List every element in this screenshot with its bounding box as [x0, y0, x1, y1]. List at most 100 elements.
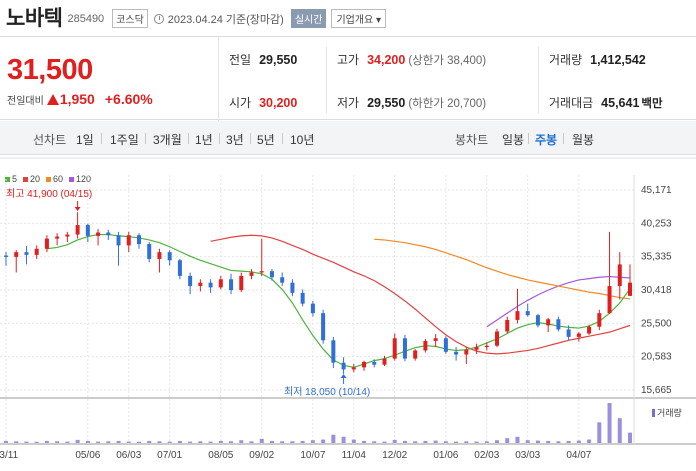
prev-close-label: 전일	[229, 53, 252, 67]
candle-body	[413, 350, 418, 359]
period-1w[interactable]: 1주일	[110, 131, 139, 148]
volume-bar	[136, 441, 141, 443]
price-chart[interactable]: 03/11 05/06 06/03 07/01 08/05 09/02 10/07 11/04…	[0, 155, 696, 471]
candle-body	[177, 260, 182, 276]
low-value: 29,550	[367, 95, 406, 110]
candle-daily[interactable]: 일봉	[502, 131, 524, 148]
volume-bar	[525, 440, 530, 443]
volume-bar	[218, 440, 223, 443]
volume-bar	[331, 434, 336, 443]
candle-body	[229, 279, 234, 291]
high-arrow-head	[74, 207, 81, 211]
candle-body	[269, 271, 274, 278]
candle-body	[362, 361, 367, 368]
candle-body	[556, 319, 561, 330]
volume-bar	[484, 441, 489, 443]
candle-monthly[interactable]: 월봉	[572, 131, 594, 148]
candle-body	[310, 303, 315, 314]
candle-body	[280, 277, 285, 283]
x-tick-label: 06/03	[116, 450, 141, 461]
volume-bar	[505, 438, 510, 443]
volume-bar	[177, 440, 182, 443]
candle-body	[44, 238, 49, 249]
open-label: 시가	[229, 96, 252, 110]
date-text: 2023.04.24 기준(장마감)	[167, 13, 284, 26]
period-1d[interactable]: 1일	[76, 131, 94, 148]
candle-body	[535, 315, 540, 326]
divider	[563, 133, 564, 144]
open-price: 시가 30,200	[229, 94, 297, 111]
candle-body	[505, 319, 510, 332]
amount-label: 거래대금	[549, 96, 594, 110]
volume-bar	[546, 440, 551, 443]
volume-bar	[65, 441, 70, 443]
x-tick-label: 08/05	[208, 450, 233, 461]
candle-body	[218, 279, 223, 288]
candle-body	[454, 351, 459, 355]
volume-bar	[351, 439, 356, 443]
period-10y[interactable]: 10년	[290, 131, 314, 148]
candle-body	[392, 338, 397, 359]
volume-bar	[392, 439, 397, 443]
volume-bar	[382, 441, 387, 443]
divider	[219, 133, 220, 144]
realtime-button[interactable]: 실시간	[290, 9, 327, 28]
candle-body	[75, 225, 80, 235]
high-annotation: 최고 41,900 (04/15)	[6, 188, 92, 200]
prev-close-value: 29,550	[259, 52, 298, 67]
volume-bar	[362, 440, 367, 443]
volume-bar	[617, 418, 622, 443]
high-value: 34,200	[367, 52, 406, 67]
y-tick-label: 30,418	[641, 285, 672, 296]
candle-body	[607, 286, 612, 314]
volume-bar	[372, 441, 377, 443]
volume-bar	[269, 440, 274, 443]
volume-bar	[433, 440, 438, 443]
company-overview-button[interactable]: 기업개요 ▾	[331, 9, 387, 28]
candle-body	[198, 282, 203, 287]
volume-bar	[423, 440, 428, 443]
low-arrow-head	[340, 374, 347, 378]
candle-body	[96, 232, 101, 236]
x-tick-label: 07/01	[157, 450, 182, 461]
candle-body	[628, 282, 632, 296]
chart-toolbar: 선차트 1일 1주일 3개월 1년 3년 5년 10년 봉차트 일봉 주봉 월봉	[0, 121, 696, 155]
divider	[326, 47, 327, 113]
candle-body	[167, 252, 172, 261]
candle-body	[546, 319, 551, 326]
candle-body	[382, 358, 387, 365]
period-3y[interactable]: 3년	[226, 131, 244, 148]
market-tag: 코스닥	[112, 9, 148, 28]
y-tick-label: 35,335	[641, 252, 672, 263]
x-tick-label: 05/06	[75, 450, 100, 461]
divider	[528, 133, 529, 144]
volume-bar	[310, 440, 315, 443]
volume-bar	[474, 441, 479, 443]
period-5y[interactable]: 5년	[257, 131, 275, 148]
volume-bar	[198, 441, 203, 443]
volume-value: 1,412,542	[590, 52, 646, 67]
stock-code: 285490	[67, 13, 105, 25]
volume-label: 거래량	[549, 53, 583, 67]
low-label: 저가	[337, 96, 360, 110]
period-1y[interactable]: 1년	[195, 131, 213, 148]
low-price: 저가 29,550 (하한가 20,700)	[337, 94, 486, 111]
x-tick-label: 03/11	[0, 450, 19, 461]
volume-bar	[515, 436, 520, 443]
open-value: 30,200	[259, 95, 298, 110]
x-tick-label: 12/02	[382, 450, 407, 461]
x-tick-label: 10/07	[300, 450, 325, 461]
candle-weekly[interactable]: 주봉	[535, 131, 557, 148]
candle-body	[321, 313, 326, 341]
candle-body	[423, 340, 428, 351]
candle-body	[597, 313, 602, 327]
candle-body	[65, 234, 70, 237]
y-tick-label: 15,665	[641, 385, 672, 396]
candle-body	[525, 311, 530, 316]
candle-body	[464, 349, 469, 355]
period-3m[interactable]: 3개월	[153, 131, 182, 148]
volume-bar	[280, 441, 285, 443]
candle-body	[587, 326, 592, 334]
volume-bar	[290, 441, 295, 443]
volume-bar	[587, 439, 592, 443]
